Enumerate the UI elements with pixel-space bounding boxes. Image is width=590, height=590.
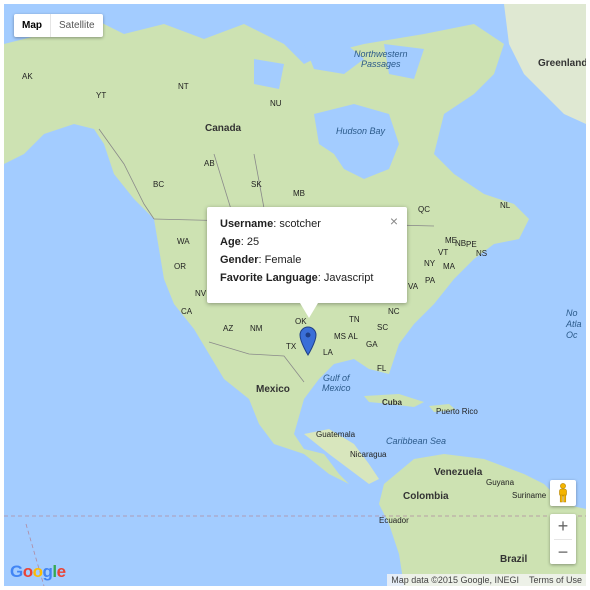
- info-row-language: Favorite Language: Javascript: [220, 272, 373, 284]
- info-window: × Username: scotcher Age: 25 Gender: Fem…: [207, 207, 407, 303]
- info-key-age: Age: [220, 236, 241, 248]
- zoom-control: + −: [550, 514, 576, 564]
- logo-letter: o: [32, 562, 43, 581]
- google-logo[interactable]: Google: [10, 562, 66, 582]
- pegman-icon: [559, 483, 567, 503]
- close-icon[interactable]: ×: [390, 214, 398, 228]
- map-data-text: Map data ©2015 Google, INEGI: [391, 575, 519, 585]
- info-value-username: : scotcher: [273, 218, 321, 230]
- pegman-button[interactable]: [550, 480, 576, 506]
- map-type-satellite-button[interactable]: Satellite: [50, 14, 103, 37]
- attribution-bar: Map data ©2015 Google, INEGI Terms of Us…: [387, 574, 586, 586]
- map-pin-icon[interactable]: [299, 326, 317, 356]
- terms-link[interactable]: Terms of Use: [529, 575, 582, 585]
- info-row-age: Age: 25: [220, 236, 259, 248]
- map-type-control: Map Satellite: [14, 14, 103, 37]
- zoom-out-button[interactable]: −: [550, 540, 576, 565]
- map-type-map-button[interactable]: Map: [14, 14, 50, 37]
- info-window-tail: [300, 303, 318, 318]
- logo-letter: e: [56, 562, 66, 581]
- info-key-gender: Gender: [220, 254, 259, 266]
- info-row-username: Username: scotcher: [220, 218, 321, 230]
- info-row-gender: Gender: Female: [220, 254, 301, 266]
- info-key-language: Favorite Language: [220, 272, 318, 284]
- info-value-gender: : Female: [258, 254, 302, 266]
- info-value-language: : Javascript: [317, 272, 374, 284]
- logo-letter: g: [42, 562, 53, 581]
- logo-letter: G: [10, 562, 23, 581]
- zoom-in-button[interactable]: +: [550, 514, 576, 539]
- info-key-username: Username: [220, 218, 274, 230]
- logo-letter: o: [22, 562, 33, 581]
- info-value-age: : 25: [240, 236, 260, 248]
- map-canvas[interactable]: Canada Mexico Greenland Cuba Venezuela C…: [4, 4, 586, 586]
